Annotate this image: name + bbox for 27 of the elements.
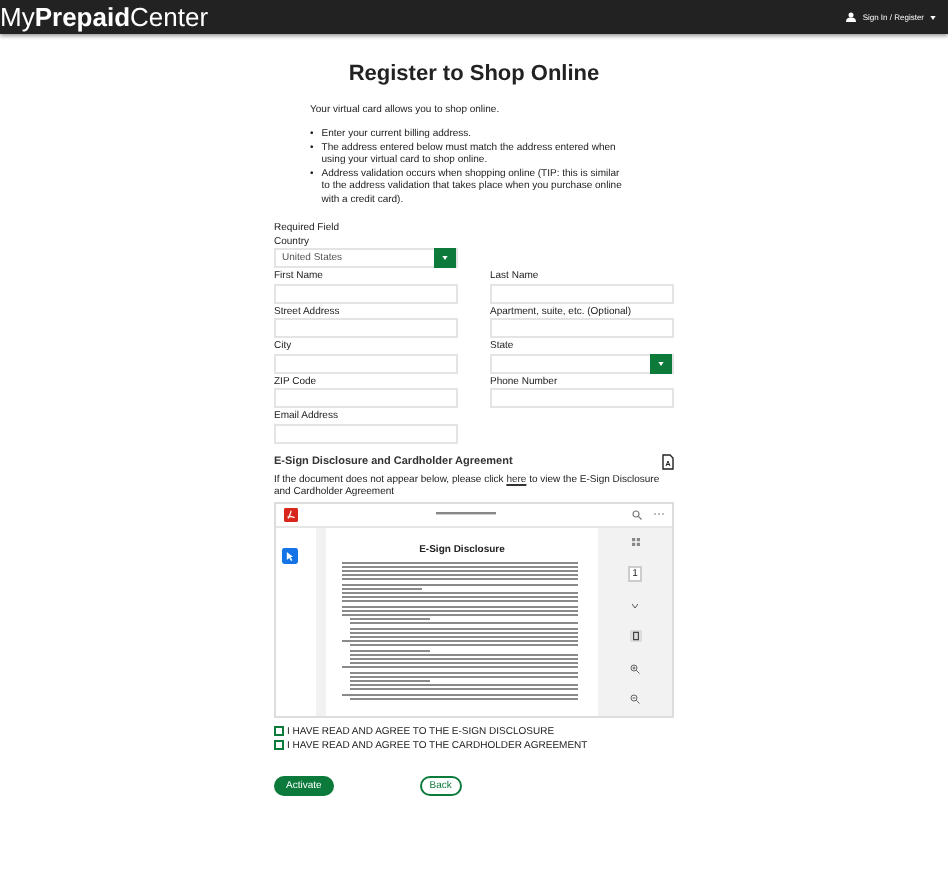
checkbox[interactable] <box>274 740 283 750</box>
logo[interactable]: MyPrepaidCenter <box>0 0 209 34</box>
caret-icon <box>930 15 936 19</box>
caret-icon <box>442 256 448 260</box>
zoom-in-icon[interactable] <box>630 663 640 674</box>
input-field[interactable] <box>490 283 674 303</box>
input-field[interactable] <box>274 423 458 443</box>
select-tool-icon[interactable] <box>282 547 298 563</box>
grid-icon[interactable] <box>631 537 639 545</box>
search-icon[interactable] <box>632 509 642 519</box>
dropdown-button[interactable] <box>434 248 456 268</box>
input-field[interactable] <box>490 388 674 408</box>
user-icon <box>846 12 857 22</box>
caret-icon <box>658 361 664 365</box>
chevron-down-icon[interactable] <box>632 604 638 609</box>
input-field[interactable] <box>274 353 458 373</box>
dropdown-button[interactable] <box>650 353 672 373</box>
input-field[interactable] <box>274 388 458 408</box>
page-fit-icon[interactable] <box>629 629 641 642</box>
zoom-out-icon[interactable] <box>630 694 640 705</box>
select-field[interactable] <box>490 353 674 373</box>
checkbox[interactable] <box>274 726 283 736</box>
page-title: Register to Shop Online <box>346 62 602 86</box>
input-field[interactable] <box>274 283 458 303</box>
input-field[interactable] <box>274 318 458 338</box>
pdf-file-icon[interactable] <box>662 453 674 469</box>
input-field[interactable] <box>490 318 674 338</box>
